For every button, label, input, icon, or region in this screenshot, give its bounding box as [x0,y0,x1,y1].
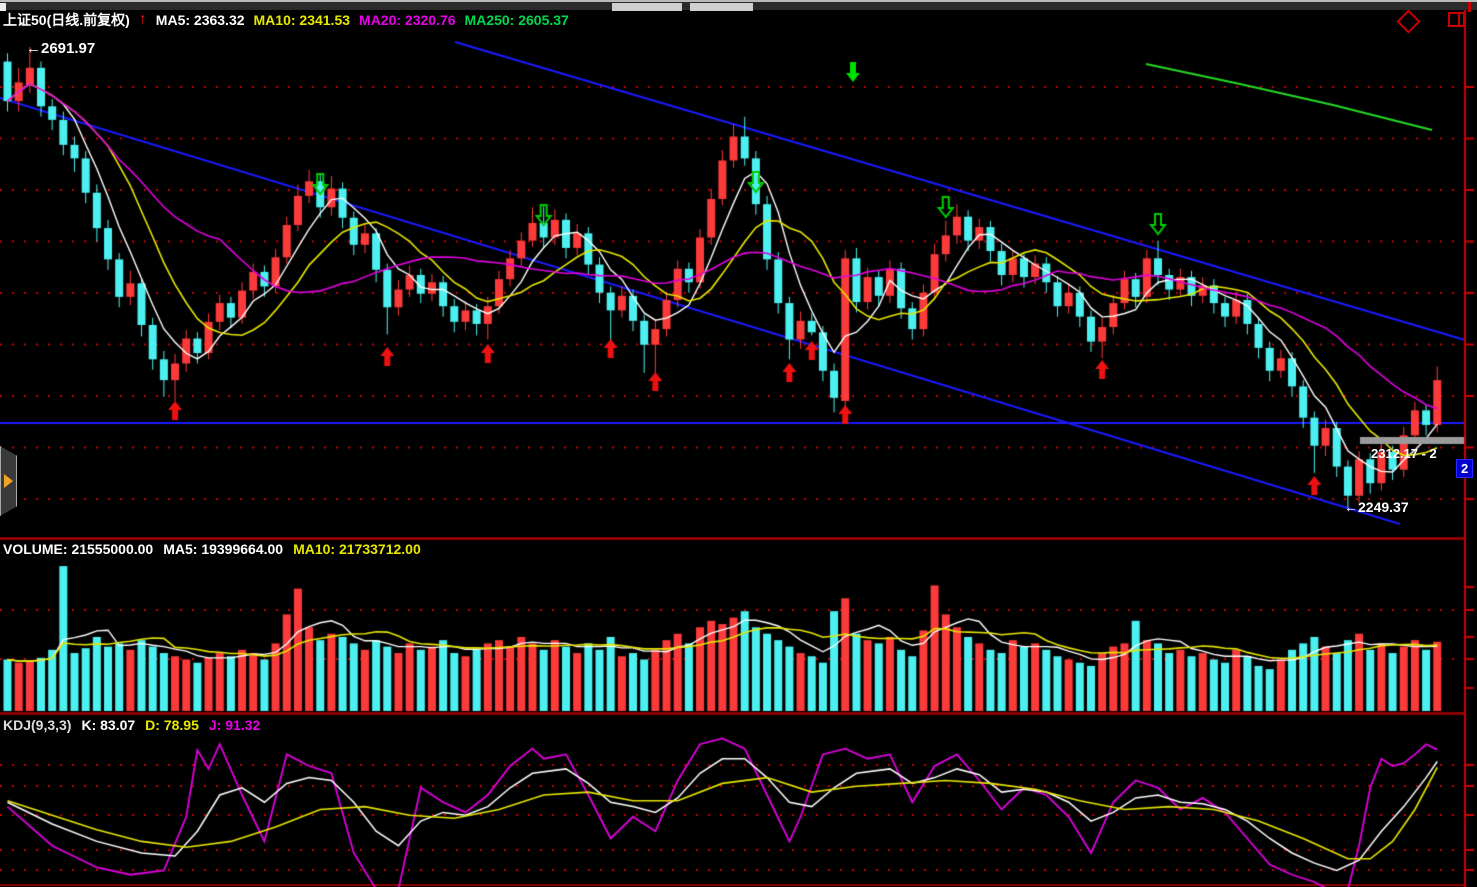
top-strip-segment [690,3,753,11]
kdj-header: KDJ(9,3,3) K: 83.07 D: 78.95 J: 91.32 [3,717,260,733]
kdj-k-value: K: 83.07 [81,717,135,733]
volume-header: VOLUME: 21555000.00 MA5: 19399664.00 MA1… [3,541,421,557]
kdj-params: KDJ(9,3,3) [3,717,71,733]
high-price-marker: ←2691.97 [26,40,95,57]
stock-chart-canvas[interactable] [0,0,1477,887]
measure-label: 2312.17 - 2 [1371,446,1437,461]
window-top-strip [0,0,1477,10]
kdj-d-value: D: 78.95 [145,717,199,733]
axis-price-chip: 2 [1456,459,1473,478]
ma250-legend: MA250: 2605.37 [465,12,569,28]
panel-drag-handle-icon [4,474,13,488]
ma10-legend: MA10: 2341.53 [254,12,351,28]
symbol-title: 上证50(日线.前复权) [3,12,130,28]
volume-ma5-value: MA5: 19399664.00 [163,541,283,557]
volume-ma10-value: MA10: 21733712.00 [293,541,421,557]
ma20-legend: MA20: 2320.76 [359,12,456,28]
kdj-j-value: J: 91.32 [209,717,260,733]
volume-value: VOLUME: 21555000.00 [3,541,153,557]
top-strip-segment [612,3,682,11]
main-chart-header: 上证50(日线.前复权) ↑ MA5: 2363.32 MA10: 2341.5… [3,12,569,28]
top-strip-segment [0,3,6,11]
low-price-marker: ←2249.37 [1344,499,1409,515]
ma5-legend: MA5: 2363.32 [156,12,245,28]
panel-drag-handle[interactable] [0,446,17,516]
window-split-icon[interactable] [1448,12,1465,27]
up-arrow-icon: ↑ [139,12,147,28]
top-strip-red-mark [1468,2,1471,12]
